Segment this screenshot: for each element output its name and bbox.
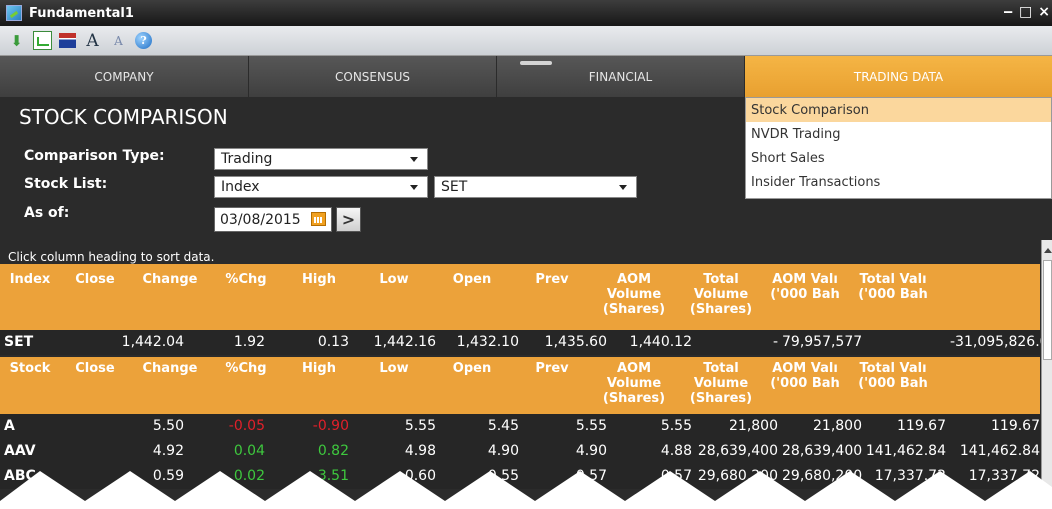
- cell-aom-volume: -: [772, 334, 778, 350]
- title-bar: Fundamental1 ‒ □ ×: [0, 0, 1052, 26]
- index-header-close[interactable]: Close: [60, 272, 130, 287]
- index-header-change[interactable]: Change: [130, 272, 210, 287]
- as-of-date-field[interactable]: 03/08/2015: [214, 207, 332, 232]
- comparison-type-value: Trading: [221, 151, 273, 167]
- index-header-pct-chg[interactable]: %Chg: [210, 272, 282, 287]
- chevron-down-icon: [410, 185, 418, 190]
- stock-list-sub-value: SET: [441, 179, 468, 195]
- table-row[interactable]: A 5.50 -0.05 -0.90 5.55 5.45 5.55 5.55 21,800 21,…: [0, 414, 1040, 439]
- stock-table-header: Stock Close Change %Chg High Low Open Prev AOM V…: [0, 357, 1040, 414]
- index-header-total-value[interactable]: Total Valı ('000 Bah: [844, 272, 942, 302]
- stock-header-close[interactable]: Close: [60, 361, 130, 376]
- cell-prev: 1,440.12: [629, 334, 692, 350]
- toolbar: ⬇ A A ?: [0, 26, 1052, 56]
- stock-list-value: Index: [221, 179, 260, 195]
- index-row[interactable]: SET 1,442.04 1.92 0.13 1,442.16 1,432.10 1,435…: [0, 330, 1049, 355]
- index-header-aom-value[interactable]: AOM Valı ('000 Bah: [766, 272, 844, 302]
- comparison-type-select[interactable]: Trading: [214, 148, 428, 170]
- font-decrease-icon[interactable]: A: [109, 31, 128, 50]
- stock-header-aom-value[interactable]: AOM Valı ('000 Bah: [766, 361, 844, 391]
- stock-header-pct-chg[interactable]: %Chg: [210, 361, 282, 376]
- as-of-date-value: 03/08/2015: [220, 211, 301, 228]
- trading-data-menu: Stock Comparison NVDR Trading Short Sale…: [745, 97, 1052, 199]
- cell-low: 1,432.10: [456, 334, 519, 350]
- cell-total-value: -31,095,826.0: [950, 334, 1049, 350]
- go-button[interactable]: >: [336, 207, 361, 232]
- cell-pct-chg: -0.90: [312, 418, 349, 434]
- menu-item-short-sales[interactable]: Short Sales: [746, 146, 1051, 170]
- index-header-open[interactable]: Open: [432, 272, 512, 287]
- cell-aom-value: 119.67: [897, 418, 946, 434]
- cell-change: -0.05: [228, 418, 265, 434]
- index-header-high[interactable]: High: [282, 272, 356, 287]
- maximize-icon[interactable]: □: [1019, 4, 1032, 20]
- stock-list-label: Stock List:: [24, 176, 108, 192]
- tab-trading-data[interactable]: TRADING DATA: [745, 56, 1052, 97]
- stock-header-change[interactable]: Change: [130, 361, 210, 376]
- chevron-down-icon: [410, 157, 418, 162]
- window-controls: ‒ □ ×: [1003, 4, 1050, 20]
- scroll-up-icon[interactable]: [1044, 248, 1052, 253]
- chevron-down-icon: [619, 185, 627, 190]
- stock-header-total-volume[interactable]: Total Volume (Shares): [676, 361, 766, 406]
- menu-item-nvdr-trading[interactable]: NVDR Trading: [746, 122, 1051, 146]
- index-table-header: Index Close Change %Chg High Low Open Prev AOM V…: [0, 264, 1040, 330]
- stock-list-select[interactable]: Index: [214, 176, 428, 198]
- index-header-aom-volume[interactable]: AOM Volume (Shares): [592, 272, 676, 317]
- stock-header-index[interactable]: Stock: [0, 361, 60, 376]
- color-icon[interactable]: [59, 33, 76, 48]
- cell-close: 5.50: [152, 418, 184, 434]
- export-icon[interactable]: ⬇: [7, 31, 26, 50]
- stock-header-total-value[interactable]: Total Valı ('000 Bah: [844, 361, 942, 391]
- help-icon[interactable]: ?: [135, 32, 152, 49]
- cell-high: 1,442.16: [373, 334, 436, 350]
- stock-list-sub-select[interactable]: SET: [434, 176, 637, 198]
- cell-close: 1,442.04: [121, 334, 184, 350]
- chart-icon[interactable]: [33, 31, 52, 50]
- tab-consensus[interactable]: CONSENSUS: [249, 56, 497, 97]
- cell-low: 5.45: [487, 418, 519, 434]
- stock-header-aom-volume[interactable]: AOM Volume (Shares): [592, 361, 676, 406]
- cell-pct-chg: 0.13: [317, 334, 349, 350]
- window-title: Fundamental1: [29, 5, 134, 21]
- app-icon: [6, 5, 22, 21]
- stock-header-open[interactable]: Open: [432, 361, 512, 376]
- index-header-total-volume[interactable]: Total Volume (Shares): [676, 272, 766, 317]
- cell-change: 1.92: [233, 334, 265, 350]
- sort-hint: Click column heading to sort data.: [8, 250, 215, 264]
- cell-total-volume: 21,800: [813, 418, 862, 434]
- cell-open: 5.55: [575, 418, 607, 434]
- calendar-icon[interactable]: [311, 212, 326, 226]
- panel-grip[interactable]: [520, 61, 552, 65]
- cell-aom-volume: 21,800: [729, 418, 778, 434]
- torn-edge: [0, 471, 1052, 509]
- cell-open: 1,435.60: [544, 334, 607, 350]
- as-of-label: As of:: [24, 205, 70, 221]
- index-header-prev[interactable]: Prev: [512, 272, 592, 287]
- cell-prev: 5.55: [660, 418, 692, 434]
- index-header-low[interactable]: Low: [356, 272, 432, 287]
- index-header-index[interactable]: Index: [0, 272, 60, 287]
- menu-item-insider-transactions[interactable]: Insider Transactions: [746, 170, 1051, 194]
- comparison-type-label: Comparison Type:: [24, 148, 165, 164]
- scroll-thumb[interactable]: [1043, 260, 1052, 360]
- font-increase-icon[interactable]: A: [83, 31, 102, 51]
- cell-index: A: [4, 418, 15, 434]
- tab-company[interactable]: COMPANY: [0, 56, 249, 97]
- cell-total-value: 119.67: [991, 418, 1040, 434]
- stock-header-high[interactable]: High: [282, 361, 356, 376]
- stock-header-low[interactable]: Low: [356, 361, 432, 376]
- app-window: Fundamental1 ‒ □ × ⬇ A A ? COMPANY CONSE…: [0, 0, 1052, 509]
- close-icon[interactable]: ×: [1038, 4, 1050, 20]
- cell-index: SET: [4, 334, 34, 350]
- menu-item-stock-comparison[interactable]: Stock Comparison: [746, 98, 1051, 122]
- stock-header-prev[interactable]: Prev: [512, 361, 592, 376]
- page-title: STOCK COMPARISON: [19, 105, 228, 129]
- minimize-icon[interactable]: ‒: [1003, 4, 1013, 20]
- cell-high: 5.55: [404, 418, 436, 434]
- cell-total-volume: 79,957,577: [782, 334, 863, 350]
